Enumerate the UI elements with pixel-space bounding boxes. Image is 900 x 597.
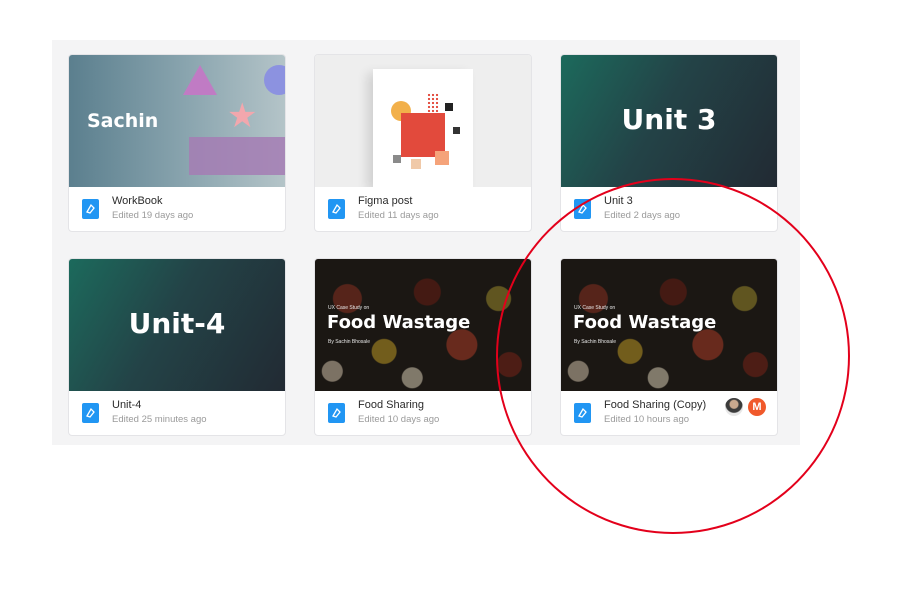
star-shape: ★ [227, 97, 258, 135]
collaborator-avatar-initial[interactable]: M [748, 398, 766, 416]
grey-square [393, 155, 401, 163]
thumbnail-title: Food Wastage [573, 312, 717, 333]
file-meta: Unit-4 Edited 25 minutes ago [69, 391, 285, 435]
file-card-workbook[interactable]: ★ Sachin WorkBook Edited 19 days ago [68, 54, 286, 232]
figma-file-icon [328, 403, 345, 423]
black-square [445, 103, 453, 111]
figma-file-icon [82, 403, 99, 423]
thumbnail-kicker: UX Case Study on [328, 305, 370, 311]
figma-file-icon [82, 199, 99, 219]
file-thumbnail: UX Case Study on Food Wastage By Sachin … [315, 259, 531, 391]
orange-square [435, 151, 449, 165]
file-edited-time: Edited 10 hours ago [604, 414, 690, 425]
file-title: Food Sharing (Copy) [604, 399, 707, 411]
file-title: Unit 3 [604, 195, 633, 207]
file-thumbnail [315, 55, 531, 187]
file-meta: Figma post Edited 11 days ago [315, 187, 531, 231]
file-title: Food Sharing [358, 399, 425, 411]
file-edited-time: Edited 10 days ago [358, 414, 440, 425]
file-browser-panel: ★ Sachin WorkBook Edited 19 days ago Fig… [52, 40, 800, 445]
collaborator-avatar-photo[interactable] [725, 398, 743, 416]
file-meta: Food Sharing Edited 10 days ago [315, 391, 531, 435]
file-thumbnail: Unit-4 [69, 259, 285, 391]
figma-file-icon [574, 403, 591, 423]
file-meta: WorkBook Edited 19 days ago [69, 187, 285, 231]
black-square [453, 127, 460, 134]
triangle-shape [183, 65, 217, 95]
file-meta: Food Sharing (Copy) Edited 10 hours ago … [561, 391, 777, 435]
thumbnail-title: Food Wastage [327, 312, 471, 333]
file-title: Figma post [358, 195, 413, 207]
file-card-figma-post[interactable]: Figma post Edited 11 days ago [314, 54, 532, 232]
file-card-unit-4[interactable]: Unit-4 Unit-4 Edited 25 minutes ago [68, 258, 286, 436]
file-thumbnail: Unit 3 [561, 55, 777, 187]
file-thumbnail: UX Case Study on Food Wastage By Sachin … [561, 259, 777, 391]
file-title: WorkBook [112, 195, 163, 207]
file-edited-time: Edited 11 days ago [358, 210, 439, 221]
thumbnail-byline: By Sachin Bhosale [574, 339, 616, 345]
file-edited-time: Edited 19 days ago [112, 210, 194, 221]
thumbnail-title: Unit-4 [128, 307, 226, 340]
file-edited-time: Edited 25 minutes ago [112, 414, 207, 425]
file-meta: Unit 3 Edited 2 days ago [561, 187, 777, 231]
file-edited-time: Edited 2 days ago [604, 210, 681, 221]
file-card-food-sharing-copy[interactable]: UX Case Study on Food Wastage By Sachin … [560, 258, 778, 436]
thumbnail-byline: By Sachin Bhosale [328, 339, 370, 345]
file-title: Unit-4 [112, 399, 142, 411]
file-thumbnail: ★ Sachin [69, 55, 285, 187]
thumbnail-title: Unit 3 [621, 103, 717, 136]
small-square [411, 159, 421, 169]
figma-file-icon [574, 199, 591, 219]
circle-shape [264, 65, 285, 95]
dot-grid [427, 93, 439, 123]
thumbnail-title: Sachin [87, 110, 159, 132]
rectangle-shape [189, 137, 285, 175]
thumbnail-kicker: UX Case Study on [574, 305, 616, 311]
file-card-unit-3[interactable]: Unit 3 Unit 3 Edited 2 days ago [560, 54, 778, 232]
file-card-food-sharing[interactable]: UX Case Study on Food Wastage By Sachin … [314, 258, 532, 436]
figma-file-icon [328, 199, 345, 219]
